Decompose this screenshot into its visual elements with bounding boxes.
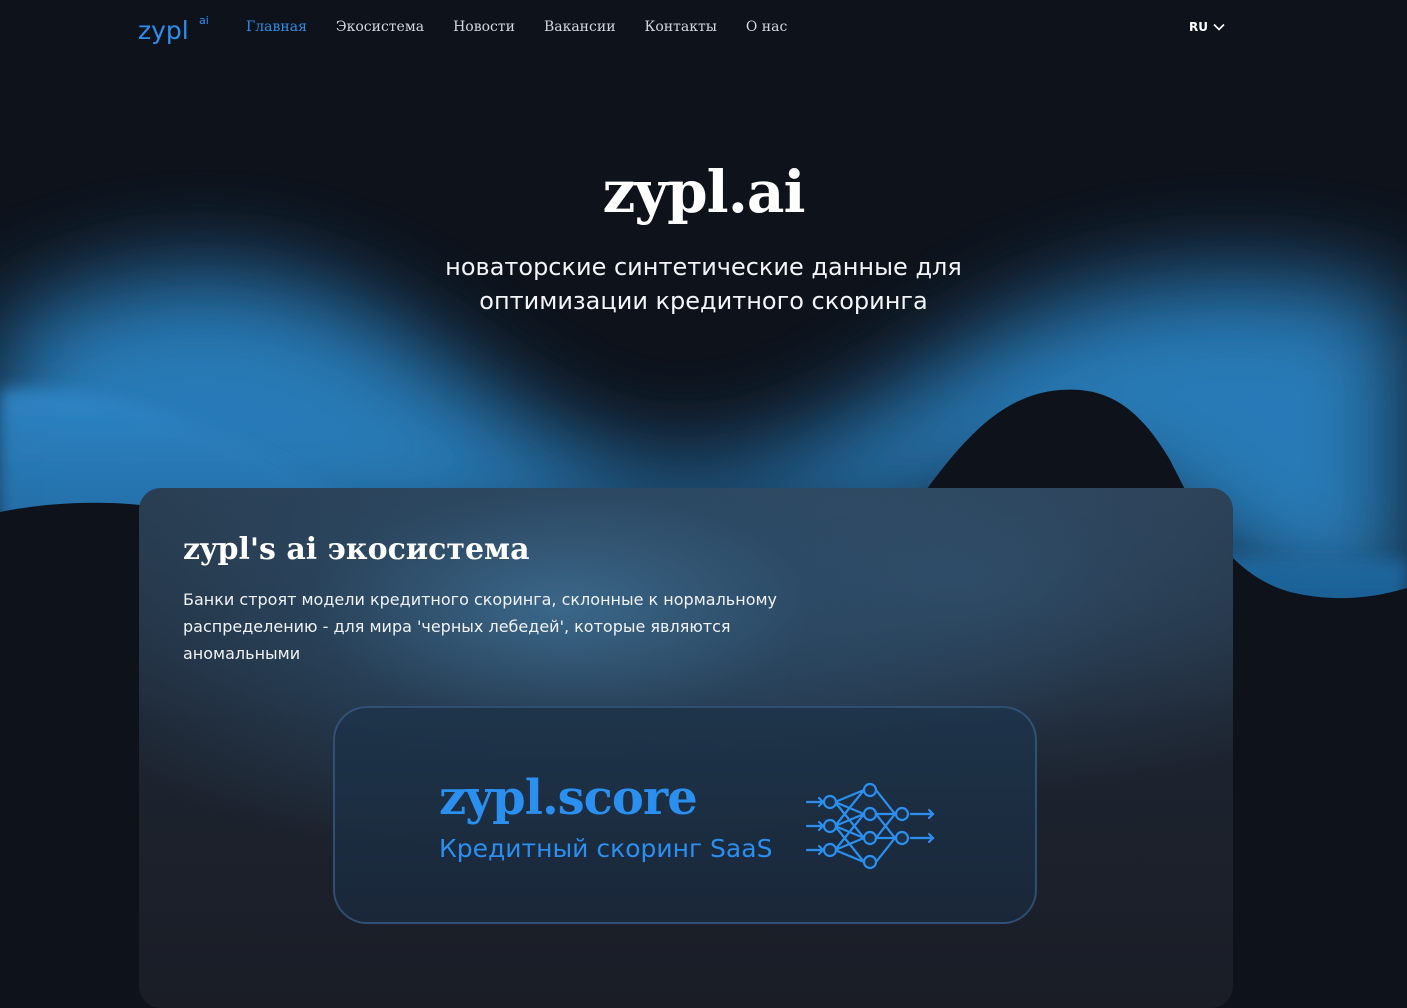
ecosystem-description: Банки строят модели кредитного скоринга,… (183, 590, 778, 663)
zypl-logo[interactable]: zypl ai (138, 12, 218, 46)
nav-item-ecosystem[interactable]: Экосистема (336, 19, 424, 35)
product-subtitle: Кредитный скоринг SaaS (439, 834, 773, 863)
product-card-zypl-score[interactable]: zypl.score Кредитный скоринг SaaS (333, 706, 1037, 924)
language-label: RU (1189, 20, 1208, 34)
nav-item-vacancies[interactable]: Вакансии (544, 19, 616, 35)
chevron-down-icon (1213, 23, 1225, 31)
ecosystem-section: zypl's ai экосистема Банки строят модели… (139, 488, 1233, 1008)
site-header: zypl ai Главная Экосистема Новости Вакан… (0, 0, 1407, 58)
hero-title: zypl.ai (602, 158, 805, 226)
logo-text: zypl (138, 16, 189, 45)
hero-subtitle: новаторские синтетические данные для опт… (0, 250, 1407, 318)
language-selector[interactable]: RU (1189, 20, 1225, 34)
main-nav: Главная Экосистема Новости Вакансии Конт… (246, 19, 787, 35)
product-name: zypl.score (439, 770, 698, 826)
nav-item-news[interactable]: Новости (453, 19, 515, 35)
hero-subtitle-line-2: оптимизации кредитного скоринга (479, 287, 928, 315)
nav-item-about[interactable]: О нас (746, 19, 787, 35)
nav-item-home[interactable]: Главная (246, 19, 307, 35)
ecosystem-title: zypl's ai экосистема (183, 532, 530, 567)
nav-item-contacts[interactable]: Контакты (645, 19, 717, 35)
hero-subtitle-line-1: новаторские синтетические данные для (445, 253, 962, 281)
logo-sup: ai (199, 14, 209, 27)
neural-network-icon (805, 782, 935, 870)
